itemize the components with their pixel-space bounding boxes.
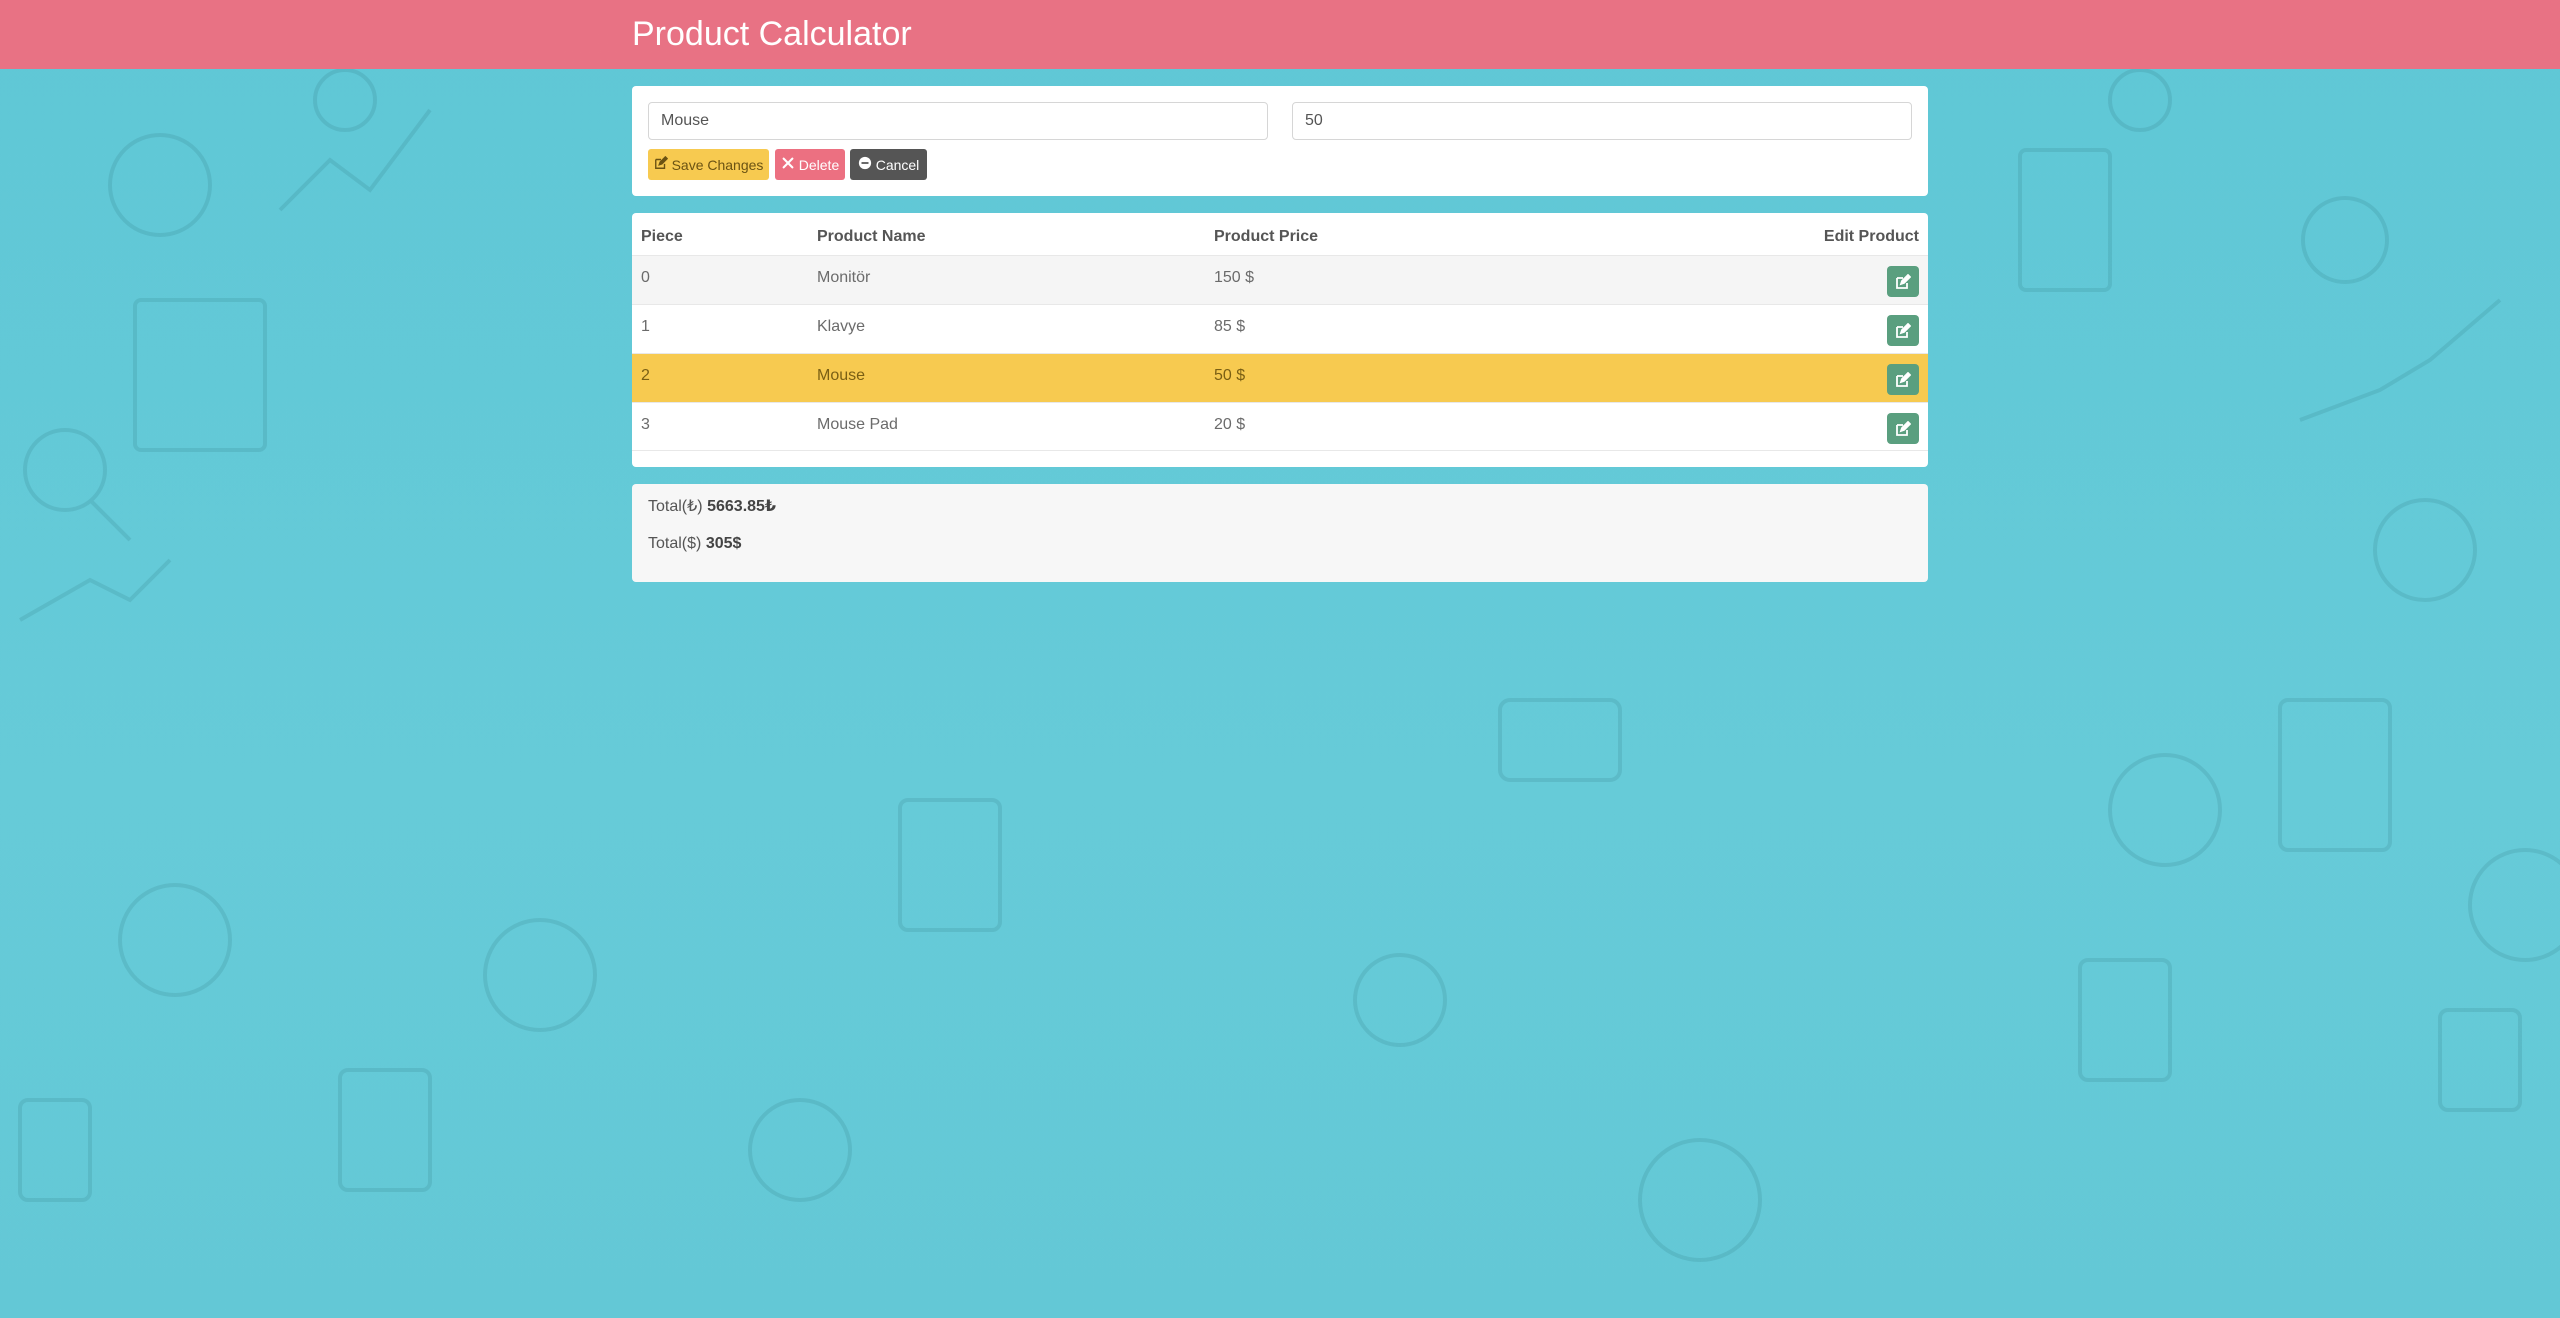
cell-product-name: Mouse [817, 367, 866, 384]
cancel-button[interactable]: Cancel [850, 149, 927, 180]
top-navbar: Product Calculator [0, 0, 2560, 69]
cell-product-name: Monitör [817, 269, 871, 286]
product-price-input[interactable] [1292, 102, 1912, 140]
total-try-value: 5663.85₺ [707, 498, 777, 515]
total-try-label: Total(₺) [648, 498, 703, 515]
totals-panel: Total(₺) 5663.85₺ Total($) 305$ [632, 484, 1928, 582]
table-row[interactable]: 0 Monitör 150 $ [632, 255, 1928, 304]
total-usd: Total($) 305$ [648, 535, 741, 553]
header-product-name: Product Name [817, 228, 926, 245]
cell-product-name: Klavye [817, 318, 866, 335]
table-row[interactable]: 1 Klavye 85 $ [632, 304, 1928, 353]
total-try: Total(₺) 5663.85₺ [648, 496, 776, 516]
cell-piece: 3 [641, 416, 650, 433]
cancel-icon [858, 156, 872, 173]
edit-product-button[interactable] [1887, 413, 1919, 444]
product-table: Piece Product Name Product Price Edit Pr… [632, 213, 1928, 467]
table-row[interactable]: 3 Mouse Pad 20 $ [632, 402, 1928, 451]
table-row-selected[interactable]: 2 Mouse 50 $ [632, 353, 1928, 402]
header-product-price: Product Price [1214, 228, 1319, 245]
app-title[interactable]: Product Calculator [632, 14, 912, 54]
delete-button[interactable]: Delete [775, 149, 845, 180]
edit-icon [1896, 273, 1911, 289]
cell-product-price: 150 $ [1214, 269, 1255, 286]
cell-piece: 1 [641, 318, 650, 335]
edit-product-button[interactable] [1887, 266, 1919, 297]
cell-piece: 0 [641, 269, 650, 286]
background-pattern [0, 0, 2560, 1318]
cell-product-name: Mouse Pad [817, 416, 898, 433]
save-changes-label: Save Changes [671, 156, 764, 173]
header-piece: Piece [641, 228, 683, 245]
save-changes-button[interactable]: Save Changes [648, 149, 769, 180]
edit-icon [1896, 322, 1911, 338]
delete-label: Delete [798, 156, 840, 173]
product-edit-form: Save Changes Delete Cancel [632, 86, 1928, 196]
header-edit-product: Edit Product [1823, 228, 1919, 245]
product-name-input[interactable] [648, 102, 1268, 140]
cell-product-price: 20 $ [1214, 416, 1246, 433]
total-usd-label: Total($) [648, 535, 702, 552]
edit-product-button[interactable] [1887, 364, 1919, 395]
edit-icon [1896, 371, 1911, 387]
cancel-label: Cancel [875, 156, 920, 173]
cell-product-price: 85 $ [1214, 318, 1246, 335]
edit-icon [654, 155, 668, 173]
total-usd-value: 305$ [705, 535, 742, 552]
cell-piece: 2 [641, 367, 650, 384]
cell-product-price: 50 $ [1214, 367, 1246, 384]
edit-icon [1896, 420, 1911, 436]
close-icon [781, 156, 795, 173]
edit-product-button[interactable] [1887, 315, 1919, 346]
